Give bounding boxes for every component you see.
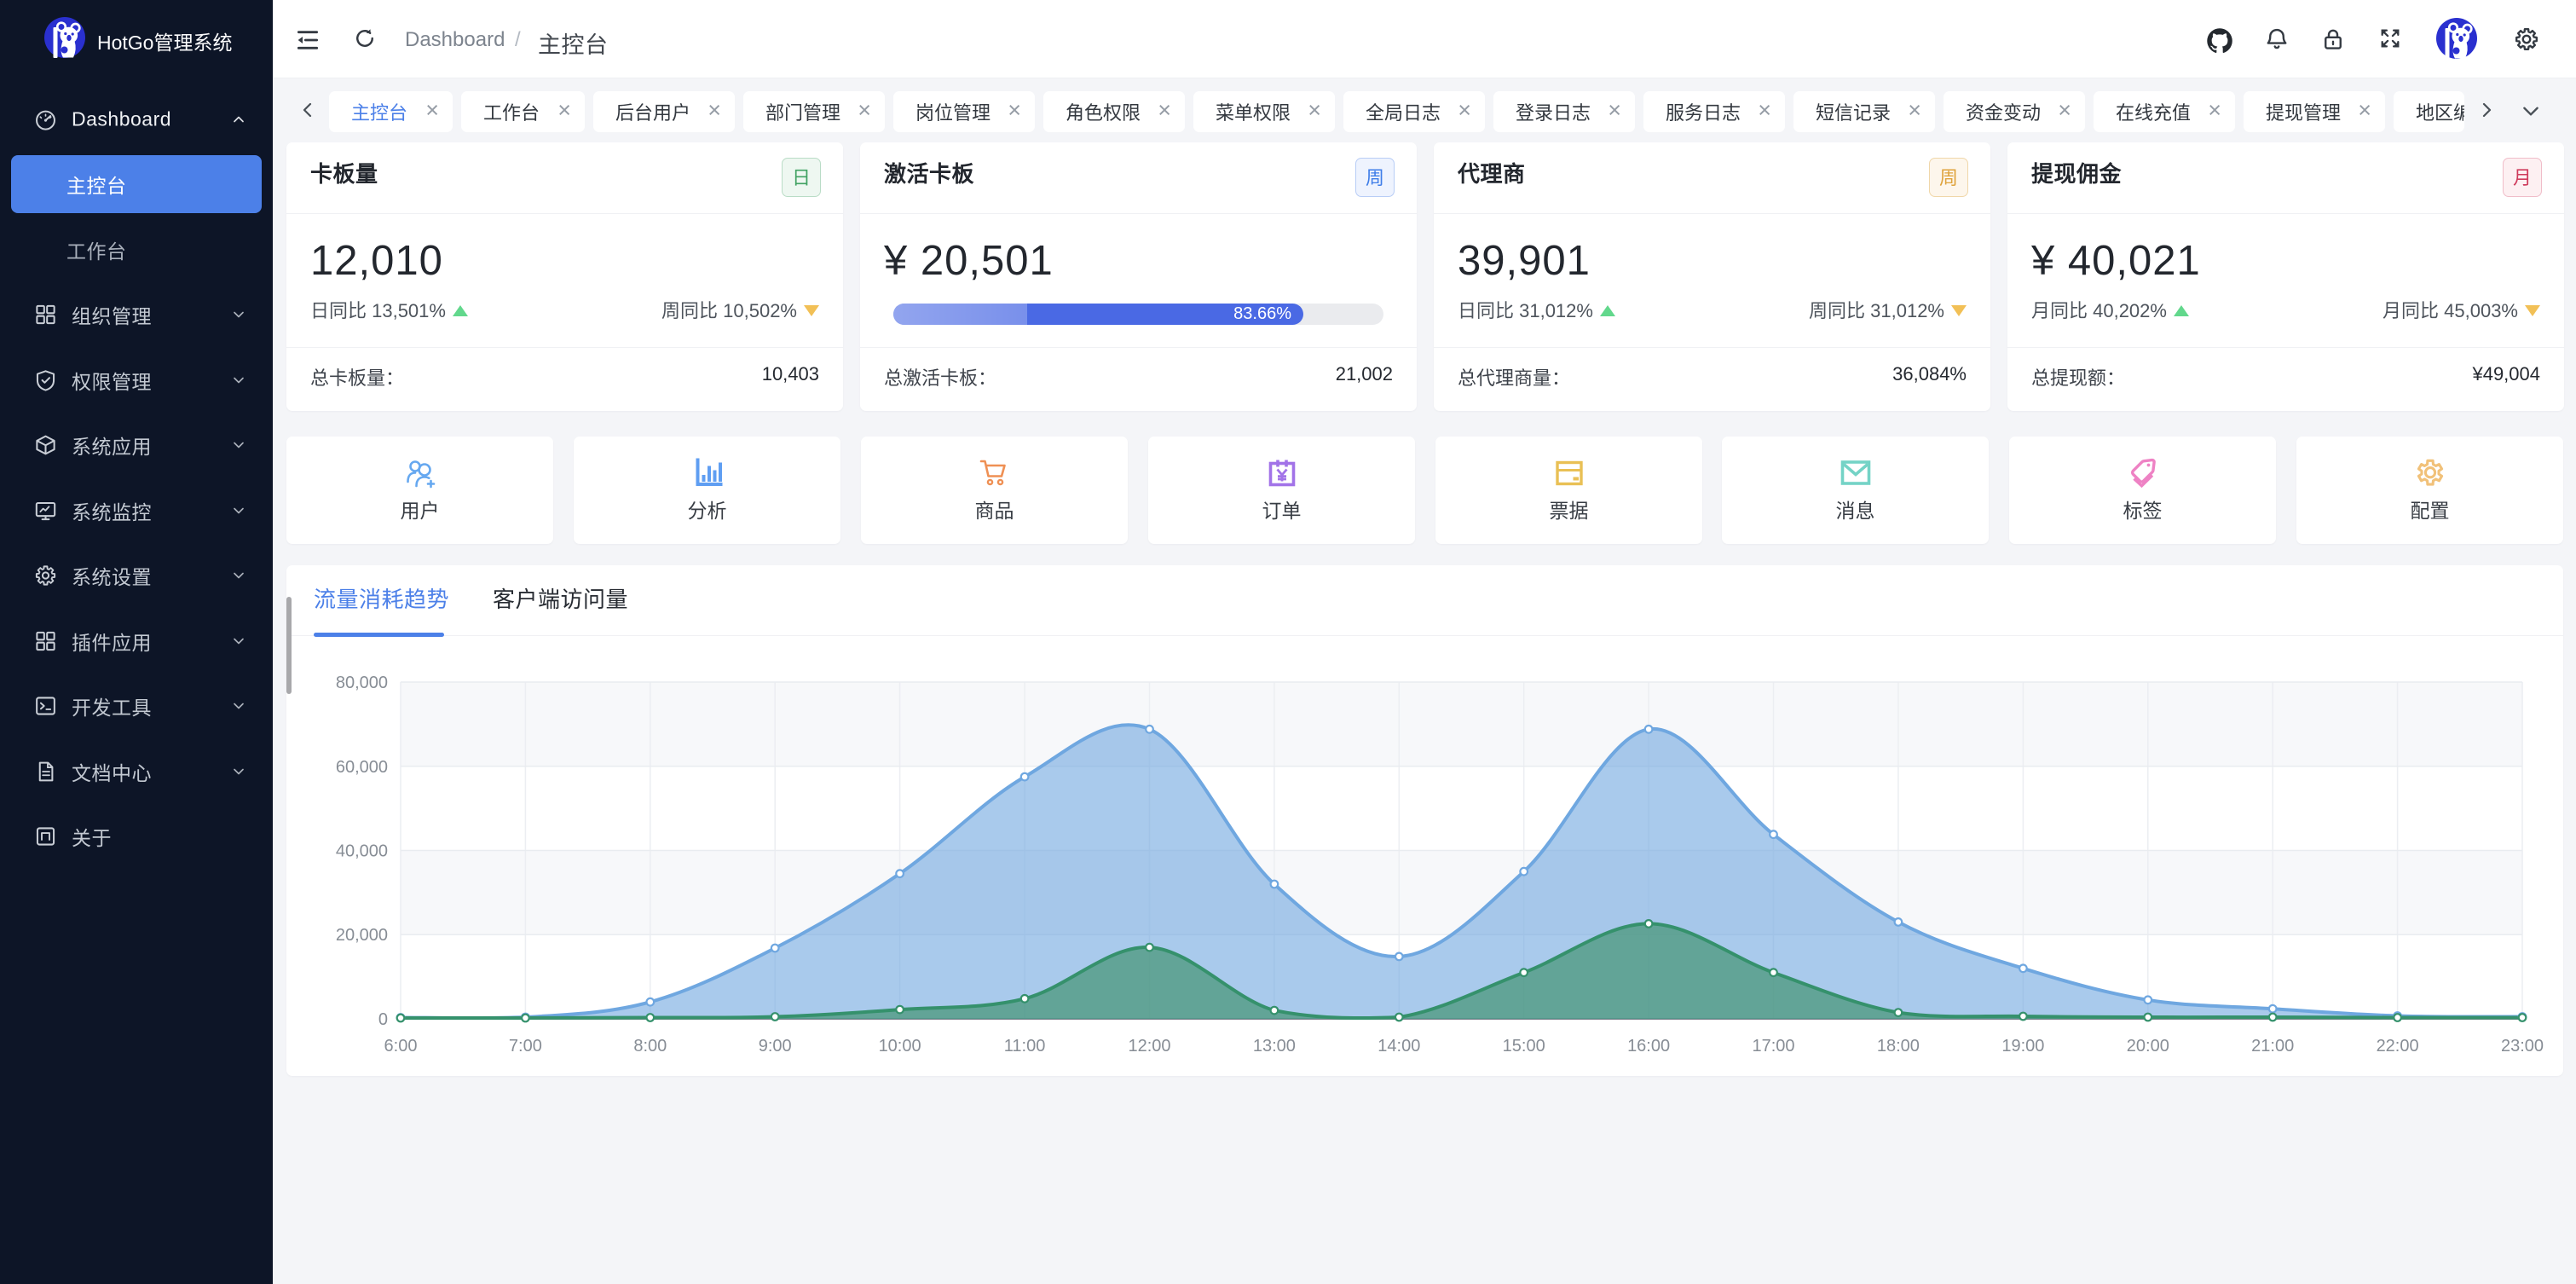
svg-text:17:00: 17:00 xyxy=(1752,1037,1794,1056)
svg-text:11:00: 11:00 xyxy=(1004,1037,1046,1056)
svg-text:20:00: 20:00 xyxy=(2127,1037,2169,1056)
svg-text:60,000: 60,000 xyxy=(336,758,388,777)
svg-text:10:00: 10:00 xyxy=(879,1037,921,1056)
svg-text:23:00: 23:00 xyxy=(2501,1037,2544,1056)
svg-text:80,000: 80,000 xyxy=(336,674,388,692)
svg-text:15:00: 15:00 xyxy=(1503,1037,1545,1056)
svg-text:16:00: 16:00 xyxy=(1627,1037,1670,1056)
svg-text:7:00: 7:00 xyxy=(509,1037,542,1056)
svg-text:13:00: 13:00 xyxy=(1253,1037,1296,1056)
svg-text:12:00: 12:00 xyxy=(1128,1037,1170,1056)
svg-text:8:00: 8:00 xyxy=(633,1037,667,1056)
svg-text:22:00: 22:00 xyxy=(2377,1037,2419,1056)
svg-text:21:00: 21:00 xyxy=(2251,1037,2294,1056)
svg-text:0: 0 xyxy=(378,1010,388,1029)
svg-text:6:00: 6:00 xyxy=(384,1037,418,1056)
svg-text:14:00: 14:00 xyxy=(1378,1037,1420,1056)
svg-text:9:00: 9:00 xyxy=(759,1037,792,1056)
svg-text:20,000: 20,000 xyxy=(336,926,388,945)
svg-text:18:00: 18:00 xyxy=(1877,1037,1920,1056)
svg-text:19:00: 19:00 xyxy=(2001,1037,2044,1056)
svg-text:40,000: 40,000 xyxy=(336,842,388,861)
